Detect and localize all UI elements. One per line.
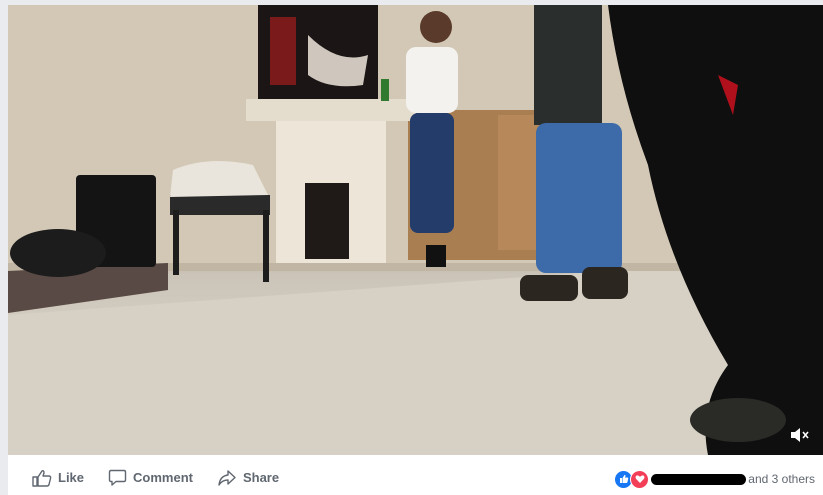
share-arrow-icon [218, 469, 236, 486]
comment-label: Comment [133, 470, 193, 485]
like-button[interactable]: Like [32, 469, 84, 487]
redacted-name [651, 473, 747, 485]
video-frame [8, 5, 823, 455]
thumbs-up-icon [32, 469, 52, 487]
like-label: Like [58, 470, 85, 485]
reaction-others-text: and 3 others [748, 472, 815, 486]
video-player[interactable] [8, 5, 823, 455]
reaction-summary[interactable]: and 3 others [614, 469, 815, 489]
feed-post: Like Comment Share and 3 others [8, 5, 823, 495]
love-reaction-icon [630, 469, 650, 489]
share-label: Share [242, 470, 280, 485]
mute-toggle[interactable] [789, 425, 811, 445]
share-button[interactable]: Share [217, 469, 279, 487]
comment-button[interactable]: Comment [108, 469, 193, 487]
speech-bubble-icon [108, 469, 127, 486]
speaker-muted-icon [791, 428, 809, 442]
